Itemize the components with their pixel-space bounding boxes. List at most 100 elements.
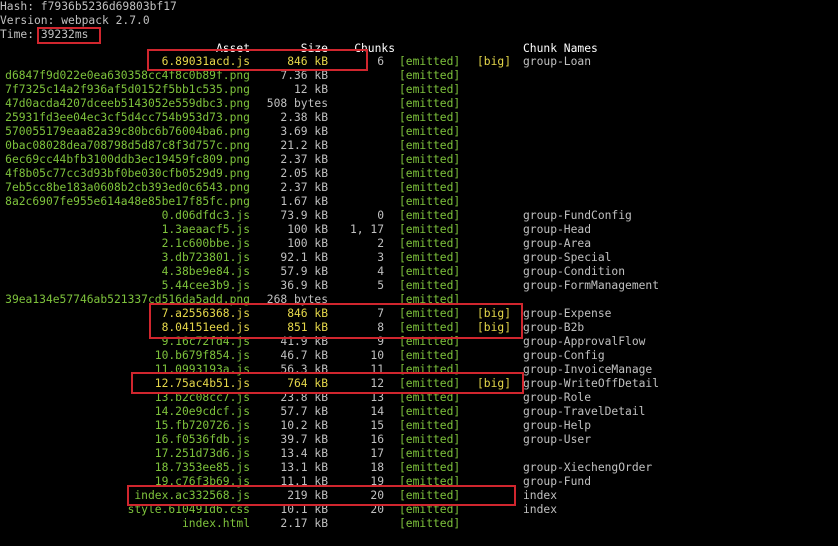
asset-size: 21.2 kB — [280, 139, 328, 152]
emitted-flag: [emitted] — [399, 111, 461, 124]
chunk-ids: 3 — [377, 251, 384, 264]
emitted-flag: [emitted] — [399, 195, 461, 208]
chunk-name: group-TravelDetail — [523, 405, 646, 418]
asset-name: 14.20e9cdcf.js — [154, 405, 250, 418]
emitted-flag: [emitted] — [399, 125, 461, 138]
asset-size: 57.9 kB — [280, 265, 328, 278]
asset-size: 2.37 kB — [280, 181, 328, 194]
asset-size: 73.9 kB — [280, 209, 328, 222]
chunk-name: index — [523, 503, 558, 516]
chunk-ids: 17 — [370, 447, 384, 460]
emitted-flag: [emitted] — [399, 419, 461, 432]
annotation-box-expense-b2b — [149, 303, 523, 339]
annotation-box-loan — [147, 49, 368, 71]
asset-name: 10.b679f854.js — [154, 349, 250, 362]
chunk-ids: 14 — [370, 405, 384, 418]
asset-size: 13.4 kB — [280, 447, 328, 460]
asset-size: 2.17 kB — [280, 517, 328, 530]
chunk-name: group-WriteOffDetail — [523, 377, 660, 390]
asset-size: 13.1 kB — [280, 461, 328, 474]
chunk-name: group-Expense — [523, 307, 612, 320]
asset-name: index.html — [181, 517, 250, 530]
chunk-name: group-Config — [523, 349, 605, 362]
asset-name: 7eb5cc8be183a0608b2cb393ed0c6543.png — [5, 181, 250, 194]
emitted-flag: [emitted] — [399, 69, 461, 82]
chunk-ids: 0 — [377, 209, 384, 222]
asset-size: 3.69 kB — [280, 125, 328, 138]
asset-size: 2.05 kB — [280, 167, 328, 180]
header-chunk-names: Chunk Names — [523, 42, 598, 55]
asset-name: 5.44cee3b9.js — [161, 279, 250, 292]
emitted-flag: [emitted] — [399, 223, 461, 236]
emitted-flag: [emitted] — [399, 153, 461, 166]
chunk-ids: 5 — [377, 279, 384, 292]
asset-size: 2.38 kB — [280, 111, 328, 124]
chunk-name: group-Condition — [523, 265, 626, 278]
chunk-ids: 10 — [370, 349, 384, 362]
chunk-name: group-Area — [523, 237, 592, 250]
chunk-name: group-Role — [523, 391, 592, 404]
chunk-name: group-Head — [523, 223, 592, 236]
asset-size: 508 bytes — [266, 97, 328, 110]
asset-size: 100 kB — [287, 223, 328, 236]
emitted-flag: [emitted] — [399, 405, 461, 418]
chunk-name: group-FundConfig — [523, 209, 632, 222]
emitted-flag: [emitted] — [399, 181, 461, 194]
asset-size: 39.7 kB — [280, 433, 328, 446]
asset-name: 0bac08028dea708798d5d87c8f3d757c.png — [5, 139, 250, 152]
big-flag: [big] — [477, 55, 512, 68]
emitted-flag: [emitted] — [399, 167, 461, 180]
emitted-flag: [emitted] — [399, 251, 461, 264]
asset-name: 3.db723801.js — [161, 251, 250, 264]
chunk-name: group-Help — [523, 419, 592, 432]
annotation-box-index — [127, 485, 516, 506]
asset-name: 47d0acda4207dceeb5143052e559dbc3.png — [5, 97, 250, 110]
emitted-flag: [emitted] — [399, 83, 461, 96]
annotation-box-time — [37, 27, 101, 44]
chunk-name: group-FormManagement — [523, 279, 660, 292]
asset-name: 0.d06dfdc3.js — [161, 209, 250, 222]
emitted-flag: [emitted] — [399, 349, 461, 362]
asset-name: 570055179eaa82a39c80bc6b76004ba6.png — [5, 125, 250, 138]
chunk-ids: 4 — [377, 265, 384, 278]
chunk-name: index — [523, 489, 558, 502]
chunk-ids: 18 — [370, 461, 384, 474]
chunk-name: group-XiechengOrder — [523, 461, 653, 474]
emitted-flag: [emitted] — [399, 461, 461, 474]
asset-size: 100 kB — [287, 237, 328, 250]
emitted-flag: [emitted] — [399, 265, 461, 278]
emitted-flag: [emitted] — [399, 447, 461, 460]
chunk-ids: 15 — [370, 419, 384, 432]
hash-line: Hash: f7936b5236d69803bf17 — [0, 0, 177, 13]
emitted-flag: [emitted] — [399, 279, 461, 292]
asset-size: 46.7 kB — [280, 349, 328, 362]
chunk-name: group-Special — [523, 251, 612, 264]
chunk-name: group-B2b — [523, 321, 585, 334]
asset-size: 2.37 kB — [280, 153, 328, 166]
chunk-name: group-Loan — [523, 55, 592, 68]
chunk-ids: 1, 17 — [349, 223, 384, 236]
asset-size: 12 kB — [293, 83, 328, 96]
chunk-ids: 2 — [377, 237, 384, 250]
chunk-name: group-ApprovalFlow — [523, 335, 646, 348]
asset-name: 6ec69cc44bfb3100ddb3ec19459fc809.png — [5, 153, 250, 166]
emitted-flag: [emitted] — [399, 209, 461, 222]
asset-name: 4.38be9e84.js — [161, 265, 250, 278]
emitted-flag: [emitted] — [399, 97, 461, 110]
chunk-name: group-Fund — [523, 475, 592, 488]
asset-name: 17.251d73d6.js — [154, 447, 250, 460]
asset-size: 36.9 kB — [280, 279, 328, 292]
chunk-name: group-InvoiceManage — [523, 363, 653, 376]
asset-name: 1.3aeaacf5.js — [161, 223, 250, 236]
asset-name: 4f8b05c77cc3d93bf0be030cfb0529d9.png — [5, 167, 250, 180]
asset-name: 16.f0536fdb.js — [154, 433, 250, 446]
asset-name: d6847f9d022e0ea630358cc4f8c0b89f.png — [5, 69, 250, 82]
chunk-ids: 16 — [370, 433, 384, 446]
asset-name: 7f7325c14a2f936af5d0152f5bb1c535.png — [5, 83, 250, 96]
emitted-flag: [emitted] — [399, 517, 461, 530]
time-label: Time: — [0, 28, 41, 41]
emitted-flag: [emitted] — [399, 237, 461, 250]
asset-size: 1.67 kB — [280, 195, 328, 208]
asset-name: 8a2c6907fe955e614a48e85be17f85fc.png — [5, 195, 250, 208]
asset-name: 25931fd3ee04ec3cf5d4cc754b953d73.png — [5, 111, 250, 124]
